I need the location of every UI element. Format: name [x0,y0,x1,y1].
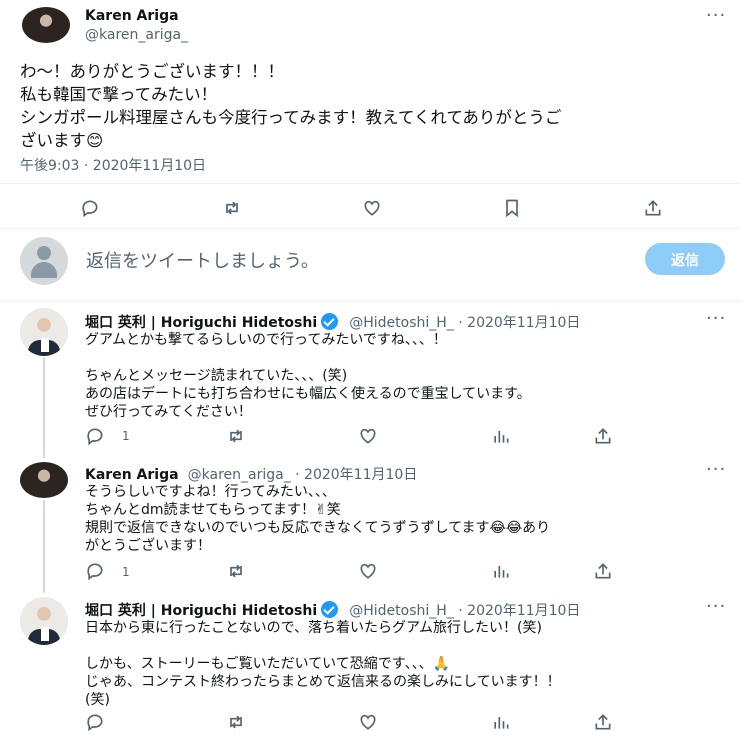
tweet-text-line: 私も韓国で撃ってみたい！ [20,85,218,104]
reply-header: 堀口 英利 | Horiguchi Hidetoshi @Hidetoshi_H… [85,312,580,332]
reply-header: 堀口 英利 | Horiguchi Hidetoshi @Hidetoshi_H… [85,600,580,620]
my-avatar [20,237,68,285]
retweet-icon[interactable] [226,561,246,581]
share-icon[interactable] [593,426,613,446]
more-options-icon[interactable]: ··· [706,459,726,480]
avatar[interactable] [20,462,68,498]
reply-icon[interactable] [85,712,105,732]
retweet-icon[interactable] [226,712,246,732]
tweet-text-line: わ〜！ありがとうございます！！！ [20,62,284,81]
like-icon[interactable] [358,712,378,732]
avatar[interactable] [20,597,68,645]
retweet-icon[interactable] [226,426,246,446]
like-icon[interactable] [358,426,378,446]
reply-text: 日本から東に行ったことないので、落ち着いたらグアム旅行したい！(笑) しかも、ス… [85,620,561,708]
share-icon[interactable] [593,712,613,732]
reply-composer-input[interactable]: 返信をツイートしましょう。 [86,247,319,273]
reply-text: グアムとかも撃てるらしいので行ってみたいですね、、、！ ちゃんとメッセージ読まれ… [85,332,531,420]
share-icon[interactable] [593,561,613,581]
author-handle-date[interactable]: @Hidetoshi_H_ · 2020年11月10日 [349,315,580,331]
tweet-text-line: ざいます😊 [20,131,104,150]
like-icon[interactable] [362,198,382,218]
author-handle-date[interactable]: @Hidetoshi_H_ · 2020年11月10日 [349,603,580,619]
analytics-icon[interactable] [491,426,511,446]
reply-icon[interactable] [85,561,105,581]
author-display-name[interactable]: Karen Ariga [85,8,179,24]
tweet-text-line: シンガポール料理屋さんも今度行ってみます！教えてくれてありがとうご [20,108,562,127]
avatar[interactable] [22,7,70,43]
analytics-icon[interactable] [491,561,511,581]
share-icon[interactable] [643,198,663,218]
more-options-icon[interactable]: ··· [706,5,726,26]
author-handle-date[interactable]: @karen_ariga_ · 2020年11月10日 [188,467,418,483]
reply-button[interactable]: 返信 [645,243,725,275]
reply-text: そうらしいですよね！行ってみたい、、、 ちゃんとdm読ませてもらってます！✌笑 … [85,484,551,554]
verified-badge-icon [321,313,339,330]
author-display-name[interactable]: 堀口 英利 | Horiguchi Hidetoshi [85,603,317,619]
author-handle[interactable]: @karen_ariga_ [85,27,188,43]
verified-badge-icon [321,601,339,618]
tweet-timestamp[interactable]: 午後9:03 · 2020年11月10日 [20,155,206,175]
avatar[interactable] [20,308,68,356]
author-display-name[interactable]: 堀口 英利 | Horiguchi Hidetoshi [85,315,317,331]
reply-count: 1 [122,565,130,579]
more-options-icon[interactable]: ··· [706,308,726,329]
tweet-text: わ〜！ありがとうございます！！！ 私も韓国で撃ってみたい！ シンガポール料理屋さ… [20,60,730,152]
author-display-name[interactable]: Karen Ariga [85,467,179,483]
like-icon[interactable] [358,561,378,581]
bookmark-icon[interactable] [502,198,522,218]
analytics-icon[interactable] [491,712,511,732]
thread-line [43,500,45,593]
reply-icon[interactable] [85,426,105,446]
reply-header: Karen Ariga @karen_ariga_ · 2020年11月10日 [85,464,417,484]
reply-icon[interactable] [80,198,100,218]
reply-count: 1 [122,429,130,443]
retweet-icon[interactable] [222,198,242,218]
thread-line [43,358,45,458]
more-options-icon[interactable]: ··· [706,596,726,617]
